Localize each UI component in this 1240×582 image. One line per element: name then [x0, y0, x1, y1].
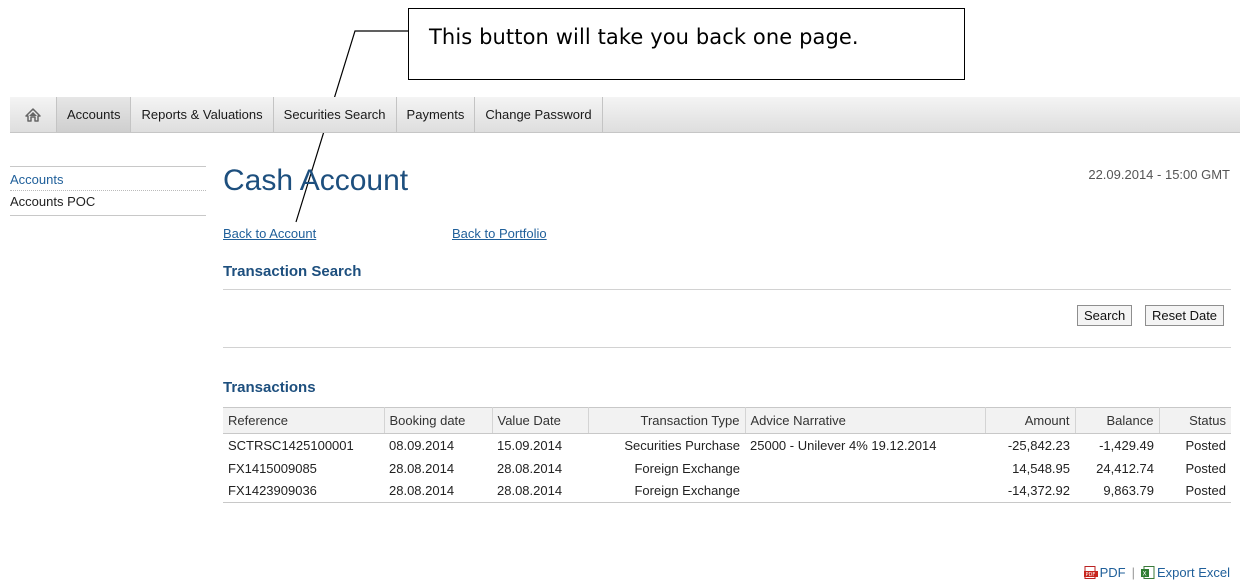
table-row[interactable]: FX1423909036 28.08.2014 28.08.2014 Forei… [223, 479, 1231, 503]
back-to-portfolio-link[interactable]: Back to Portfolio [452, 226, 547, 241]
transactions-heading: Transactions [223, 379, 316, 396]
pdf-export-label: PDF [1099, 565, 1126, 580]
table-row[interactable]: SCTRSC1425100001 08.09.2014 15.09.2014 S… [223, 434, 1231, 457]
cell-status: Posted [1185, 460, 1226, 476]
nav-accounts[interactable]: Accounts [56, 97, 132, 132]
cell-value-date: 28.08.2014 [492, 479, 588, 503]
search-button[interactable]: Search [1077, 305, 1133, 326]
svg-text:PDF: PDF [1085, 572, 1095, 578]
nav-payments[interactable]: Payments [397, 97, 476, 132]
cell-reference: SCTRSC1425100001 [228, 437, 354, 453]
cell-value-date: 15.09.2014 [497, 437, 563, 453]
cell-balance: 24,412.74 [1096, 460, 1154, 476]
search-divider-top [223, 289, 1231, 290]
col-status[interactable]: Status [1159, 407, 1231, 434]
cell-transaction-type: Foreign Exchange [634, 460, 740, 476]
cell-status: Posted [1185, 437, 1226, 453]
export-links: PDF PDF | X Export Excel [1083, 565, 1230, 580]
nav-accounts-label: Accounts [67, 107, 121, 122]
table-header-row: Reference Booking date Value Date Transa… [223, 407, 1231, 434]
excel-export-label: Export Excel [1157, 565, 1230, 580]
cell-advice-narrative [745, 479, 985, 503]
cell-status: Posted [1159, 479, 1231, 503]
cell-booking-date: 28.08.2014 [389, 460, 455, 476]
excel-export-link[interactable]: X Export Excel [1141, 565, 1230, 580]
back-to-account-link[interactable]: Back to Account [223, 226, 316, 241]
col-value-date[interactable]: Value Date [492, 407, 589, 434]
col-transaction-type[interactable]: Transaction Type [588, 407, 746, 434]
cell-amount: -14,372.92 [985, 479, 1075, 503]
nav-securities-search[interactable]: Securities Search [274, 97, 397, 132]
cell-transaction-type: Foreign Exchange [588, 479, 745, 503]
callout-annotation: This button will take you back one page. [408, 8, 965, 80]
cell-booking-date: 28.08.2014 [384, 479, 492, 503]
cell-amount: -25,842.23 [1007, 437, 1070, 453]
table-row[interactable]: FX1415009085 28.08.2014 28.08.2014 Forei… [223, 457, 1231, 480]
page-title: Cash Account [223, 164, 409, 197]
home-icon [25, 107, 41, 122]
pdf-export-link[interactable]: PDF PDF [1083, 565, 1126, 580]
col-balance[interactable]: Balance [1075, 407, 1160, 434]
cell-advice-narrative: 25000 - Unilever 4% 19.12.2014 [750, 437, 937, 453]
cell-balance: 9,863.79 [1075, 479, 1159, 503]
col-booking-date[interactable]: Booking date [384, 407, 493, 434]
cell-advice-narrative [745, 457, 985, 480]
nav-change-password[interactable]: Change Password [475, 97, 603, 132]
sidebar-item-accounts[interactable]: Accounts [10, 167, 206, 191]
pdf-icon: PDF [1083, 566, 1098, 579]
cell-booking-date: 08.09.2014 [389, 437, 455, 453]
cell-value-date: 28.08.2014 [497, 460, 563, 476]
col-reference[interactable]: Reference [223, 407, 385, 434]
timestamp: 22.09.2014 - 15:00 GMT [1088, 167, 1230, 182]
main-navbar: Accounts Reports & Valuations Securities… [10, 97, 1240, 133]
home-button[interactable] [10, 97, 56, 132]
cell-balance: -1,429.49 [1099, 437, 1154, 453]
cell-reference: FX1415009085 [228, 460, 317, 476]
col-advice-narrative[interactable]: Advice Narrative [745, 407, 986, 434]
sidebar-item-accounts-poc[interactable]: Accounts POC [10, 191, 206, 216]
excel-icon: X [1141, 566, 1155, 579]
svg-text:X: X [1143, 571, 1147, 578]
nav-payments-label: Payments [406, 107, 465, 122]
search-divider-bottom [223, 347, 1231, 348]
nav-reports-valuations-label: Reports & Valuations [141, 107, 263, 122]
cell-amount: 14,548.95 [1012, 460, 1070, 476]
transactions-table: Reference Booking date Value Date Transa… [223, 407, 1231, 503]
col-amount[interactable]: Amount [985, 407, 1076, 434]
sidebar: Accounts Accounts POC [10, 166, 206, 216]
cell-reference: FX1423909036 [223, 479, 384, 503]
transaction-search-heading: Transaction Search [223, 263, 362, 280]
cell-transaction-type: Securities Purchase [624, 437, 740, 453]
callout-text: This button will take you back one page. [429, 25, 859, 49]
reset-date-button[interactable]: Reset Date [1145, 305, 1225, 326]
export-separator: | [1131, 565, 1136, 580]
nav-reports-valuations[interactable]: Reports & Valuations [131, 97, 274, 132]
nav-change-password-label: Change Password [485, 107, 592, 122]
nav-securities-search-label: Securities Search [283, 107, 386, 122]
